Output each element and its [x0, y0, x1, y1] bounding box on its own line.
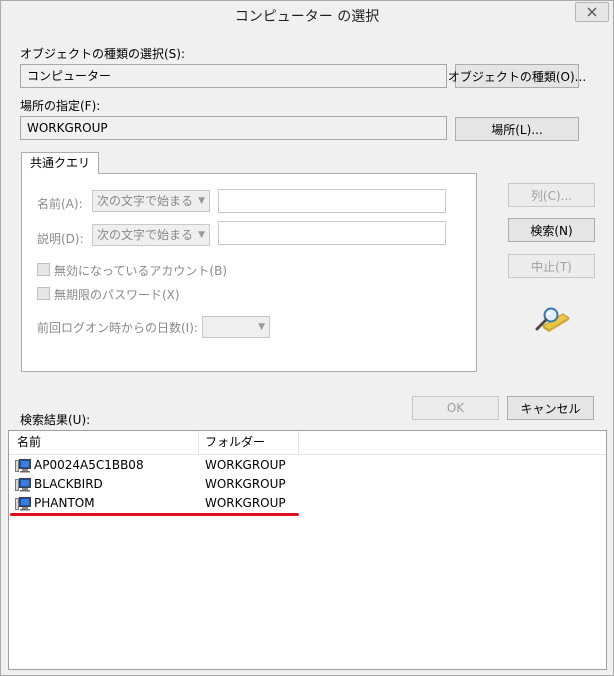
annotation-underline: [10, 513, 299, 516]
ok-button[interactable]: OK: [412, 396, 499, 420]
object-type-field: コンピューター: [20, 64, 447, 88]
row-name: BLACKBIRD: [34, 477, 103, 491]
object-type-label: オブジェクトの種類の選択(S):: [20, 47, 186, 61]
name-mode-select[interactable]: 次の文字で始まる ▼: [92, 190, 210, 212]
tab-common-query[interactable]: 共通クエリ: [21, 152, 100, 174]
location-field: WORKGROUP: [20, 116, 447, 140]
chevron-down-icon: ▼: [198, 196, 205, 206]
close-button[interactable]: [575, 2, 609, 22]
row-name: AP0024A5C1BB08: [34, 458, 144, 472]
row-name: PHANTOM: [34, 496, 95, 510]
table-row[interactable]: AP0024A5C1BB08 WORKGROUP: [9, 456, 606, 475]
columns-button[interactable]: 列(C)...: [508, 183, 595, 207]
description-input[interactable]: [218, 221, 446, 245]
row-folder: WORKGROUP: [205, 477, 286, 491]
disabled-accounts-checkbox[interactable]: [37, 263, 50, 276]
days-since-logon-label: 前回ログオン時からの日数(I):: [37, 321, 198, 335]
search-results-label: 検索結果(U):: [20, 413, 91, 427]
column-divider[interactable]: [198, 431, 199, 455]
computer-icon: [15, 497, 31, 511]
locations-button[interactable]: 場所(L)...: [455, 117, 579, 141]
table-row[interactable]: PHANTOM WORKGROUP: [9, 494, 606, 513]
column-divider[interactable]: [298, 431, 299, 455]
computer-icon: [15, 459, 31, 473]
row-folder: WORKGROUP: [205, 458, 286, 472]
chevron-down-icon: ▼: [198, 230, 205, 240]
computer-icon: [15, 478, 31, 492]
close-icon: [587, 7, 597, 17]
results-column-header: 名前 フォルダー: [9, 431, 606, 455]
description-mode-select[interactable]: 次の文字で始まる ▼: [92, 224, 210, 246]
name-input[interactable]: [218, 189, 446, 213]
description-mode-value: 次の文字で始まる: [97, 228, 194, 242]
name-mode-value: 次の文字で始まる: [97, 194, 194, 208]
column-header-name[interactable]: 名前: [17, 431, 41, 454]
days-since-logon-select[interactable]: ▼: [202, 316, 270, 338]
window-title: コンピューター の選択: [234, 9, 380, 25]
search-now-button[interactable]: 検索(N): [508, 218, 595, 242]
title-bar: コンピューター の選択: [1, 1, 613, 33]
name-label: 名前(A):: [37, 197, 83, 211]
chevron-down-icon: ▼: [258, 322, 265, 332]
disabled-accounts-label: 無効になっているアカウント(B): [54, 264, 227, 278]
location-label: 場所の指定(F):: [20, 99, 101, 113]
column-header-folder[interactable]: フォルダー: [205, 431, 265, 454]
object-types-button[interactable]: オブジェクトの種類(O)...: [448, 64, 586, 88]
magnifier-over-directory-icon: [533, 304, 571, 334]
non-expiring-password-checkbox[interactable]: [37, 287, 50, 300]
table-row[interactable]: BLACKBIRD WORKGROUP: [9, 475, 606, 494]
non-expiring-password-label: 無期限のパスワード(X): [54, 288, 180, 302]
search-results-list[interactable]: 名前 フォルダー AP0024A5C1BB08 WORKGROUP BLACKB…: [8, 430, 607, 670]
cancel-button[interactable]: キャンセル: [507, 396, 594, 420]
select-computer-dialog: コンピューター の選択 オブジェクトの種類の選択(S): コンピューター オブジ…: [0, 0, 614, 676]
description-label: 説明(D):: [37, 232, 84, 246]
stop-button[interactable]: 中止(T): [508, 254, 595, 278]
row-folder: WORKGROUP: [205, 496, 286, 510]
